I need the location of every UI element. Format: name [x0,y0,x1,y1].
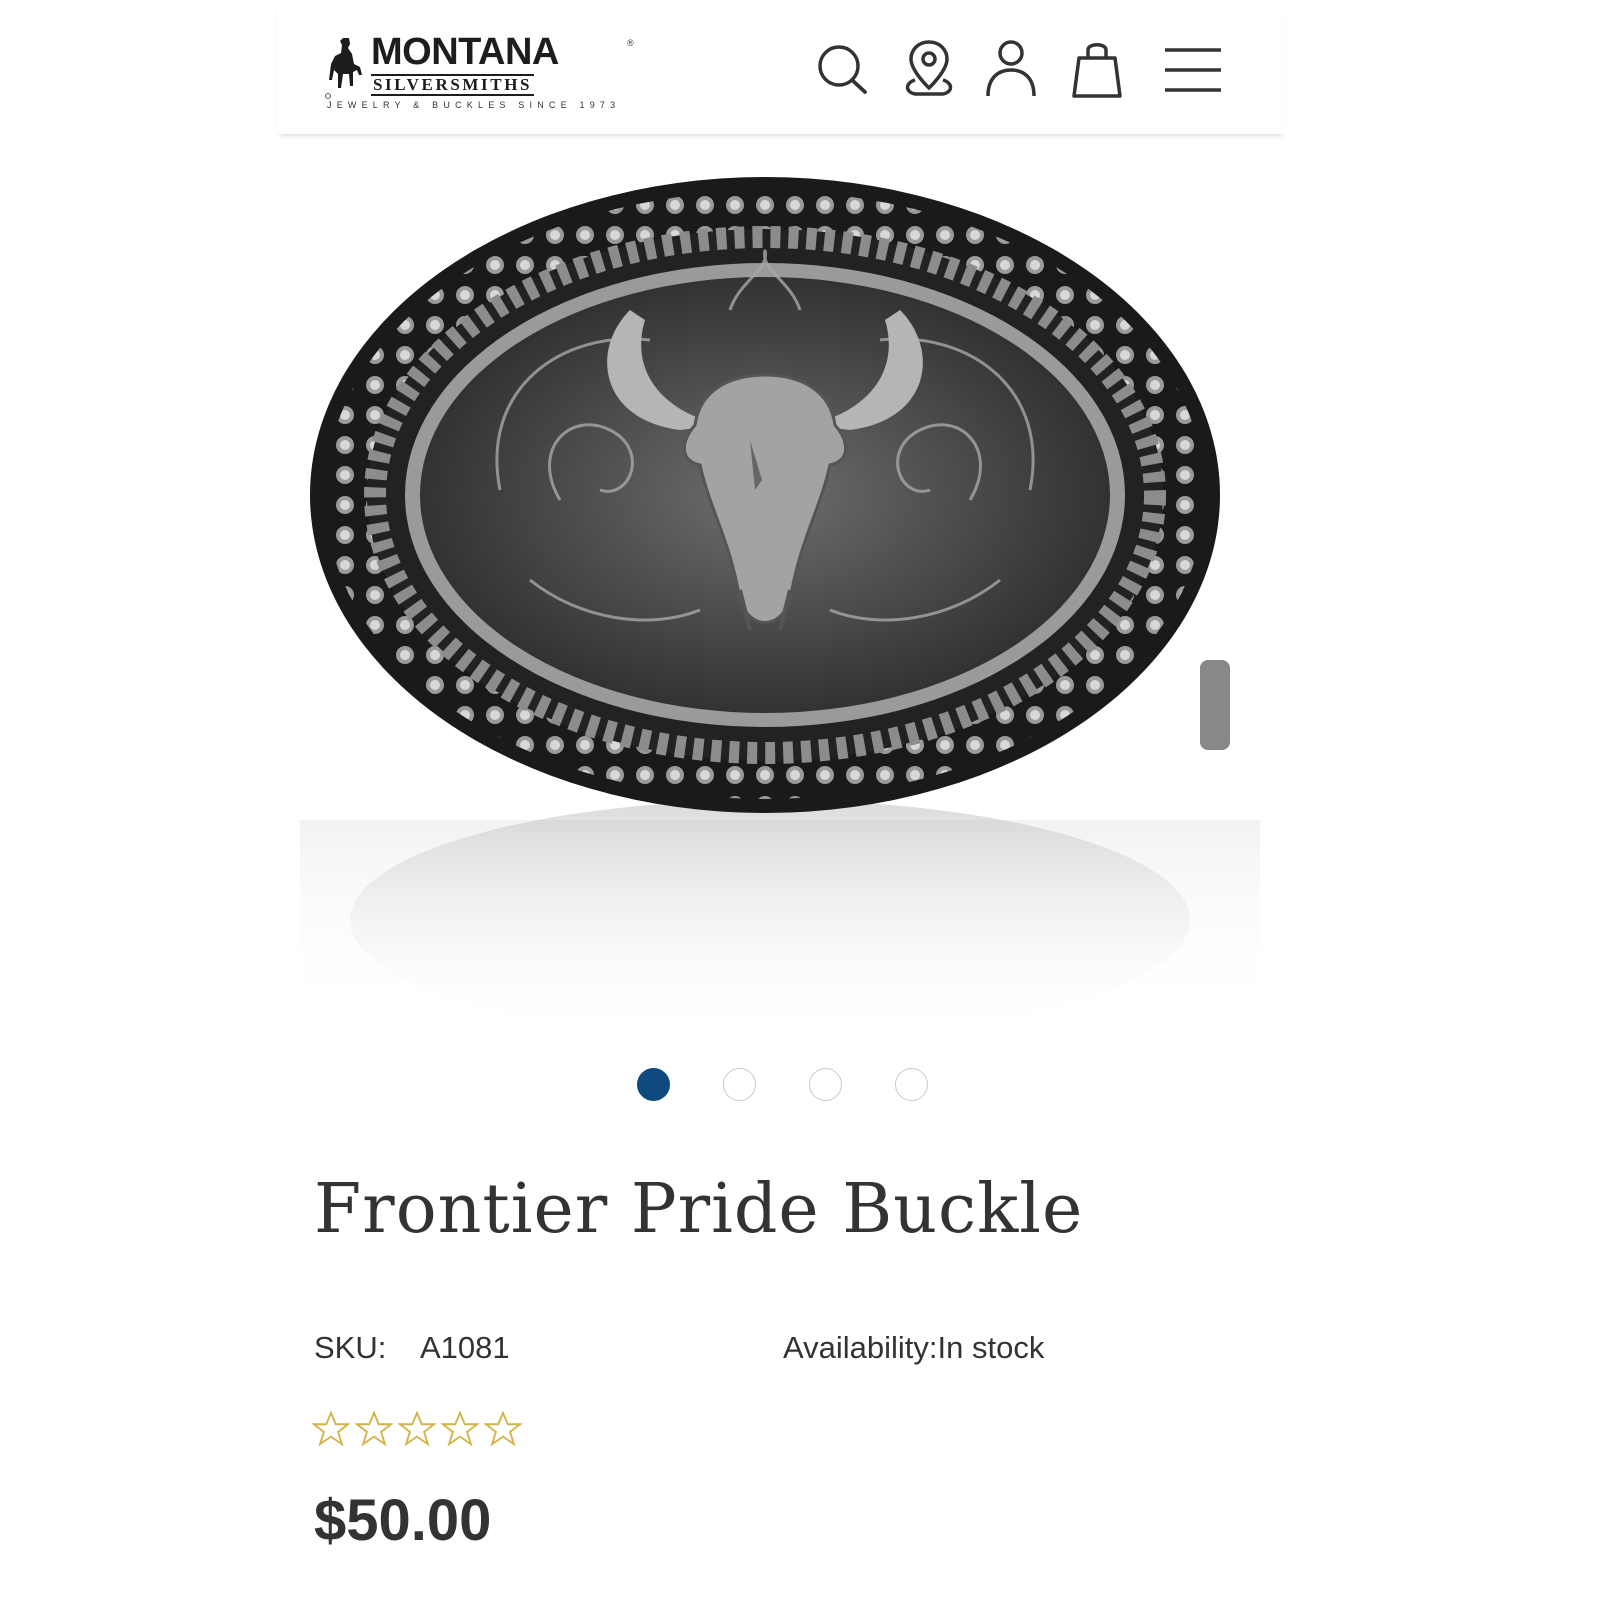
brand-logo[interactable]: MONTANA ® SILVERSMITHS JEWELRY & BUCKLES… [325,31,645,114]
product-title: Frontier Pride Buckle [314,1170,1084,1249]
cart-icon[interactable] [1069,36,1125,100]
image-carousel-dots [0,1068,1599,1108]
product-price: $50.00 [314,1488,492,1553]
availability-status: Availability:In stock [783,1330,1045,1365]
star-icon[interactable] [312,1410,350,1448]
carousel-dot-1[interactable] [637,1068,670,1101]
logo-wordmark: MONTANA [371,31,559,73]
site-header: MONTANA ® SILVERSMITHS JEWELRY & BUCKLES… [277,0,1285,134]
horse-rider-logo-icon [325,38,362,99]
logo-subtitle: SILVERSMITHS [371,74,535,96]
menu-icon[interactable] [1163,36,1223,100]
star-icon[interactable] [484,1410,522,1448]
sku-label: SKU: [314,1330,387,1365]
search-icon[interactable] [815,36,871,100]
logo-tagline: JEWELRY & BUCKLES SINCE 1973 [327,100,621,110]
carousel-dot-4[interactable] [895,1068,928,1101]
carousel-dot-3[interactable] [809,1068,842,1101]
store-locator-icon[interactable] [901,36,957,100]
account-icon[interactable] [983,36,1039,100]
carousel-dot-2[interactable] [723,1068,756,1101]
product-image-buckle[interactable] [300,160,1260,1020]
star-icon[interactable] [355,1410,393,1448]
sku-value: A1081 [420,1330,510,1365]
star-icon[interactable] [398,1410,436,1448]
star-icon[interactable] [441,1410,479,1448]
rating-stars[interactable] [312,1410,522,1452]
logo-registered-mark: ® [627,38,634,48]
